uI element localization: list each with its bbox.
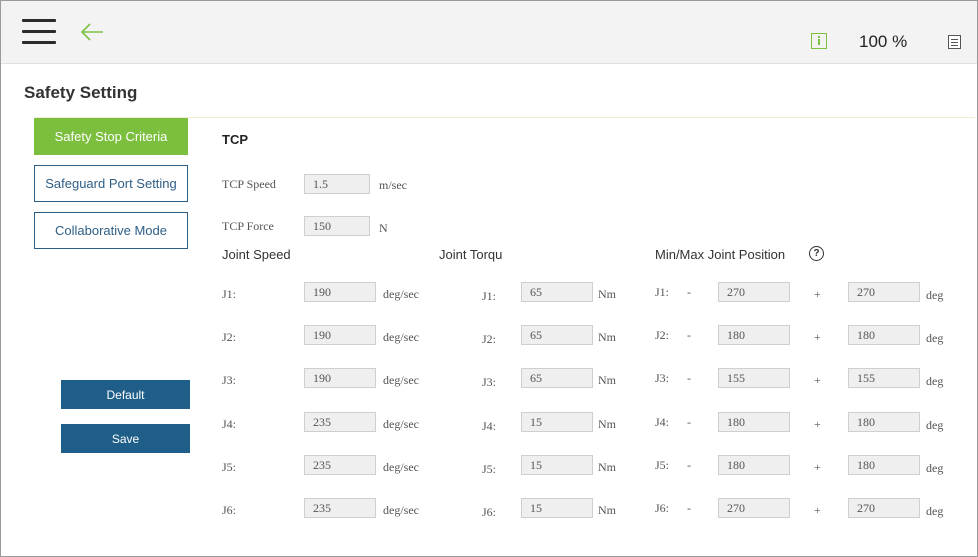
joint-torque-j2-label: J2: xyxy=(482,332,497,346)
joint-position-j2-max-input[interactable]: 180 xyxy=(848,325,920,345)
joint-torque-j1-unit: Nm xyxy=(598,287,616,301)
joint-position-j4-label: J4: xyxy=(655,415,670,429)
zoom-level: 100 % xyxy=(859,32,908,51)
joint-position-j3-unit: deg xyxy=(926,374,944,388)
joint-torque-j3-input[interactable]: 65 xyxy=(521,368,593,388)
document-icon[interactable] xyxy=(948,35,961,49)
joint-speed-j5-input[interactable]: 235 xyxy=(304,455,376,475)
joint-speed-j3-unit: deg/sec xyxy=(383,373,419,387)
joint-position-j3-max-input[interactable]: 155 xyxy=(848,368,920,388)
joint-position-j3-plus: + xyxy=(814,373,821,387)
hamburger-menu-icon[interactable] xyxy=(22,19,56,45)
joint-torque-j4-input[interactable]: 15 xyxy=(521,412,593,432)
top-bar: 100 % xyxy=(1,1,977,64)
tcp-speed-unit: m/sec xyxy=(379,178,407,192)
tcp-force-label: TCP Force xyxy=(222,219,274,233)
joint-position-heading: Min/Max Joint Position xyxy=(655,247,786,262)
joint-torque-j5-label: J5: xyxy=(482,462,497,476)
joint-speed-j1-label: J1: xyxy=(222,287,237,301)
joint-position-j6-unit: deg xyxy=(926,504,944,518)
joint-torque-j6-input[interactable]: 15 xyxy=(521,498,593,518)
joint-position-j2-minus: - xyxy=(687,328,691,342)
joint-speed-heading: Joint Speed xyxy=(222,247,291,262)
sidebar-item-collaborative-mode[interactable]: Collaborative Mode xyxy=(34,212,188,249)
joint-torque-j6-label: J6: xyxy=(482,505,497,519)
joint-position-j6-min-input[interactable]: 270 xyxy=(718,498,790,518)
joint-torque-j1-label: J1: xyxy=(482,289,497,303)
joint-position-j6-label: J6: xyxy=(655,501,670,515)
joint-torque-j4-unit: Nm xyxy=(598,417,616,431)
joint-position-j5-unit: deg xyxy=(926,461,944,475)
tcp-force-input[interactable]: 150 xyxy=(304,216,370,236)
joint-position-j1-max-input[interactable]: 270 xyxy=(848,282,920,302)
joint-position-j5-max-input[interactable]: 180 xyxy=(848,455,920,475)
joint-speed-j5-label: J5: xyxy=(222,460,237,474)
save-button[interactable]: Save xyxy=(61,424,190,453)
joint-position-j3-min-input[interactable]: 155 xyxy=(718,368,790,388)
info-icon[interactable] xyxy=(811,33,827,49)
joint-speed-j1-unit: deg/sec xyxy=(383,287,419,301)
joint-position-j6-plus: + xyxy=(814,503,821,517)
joint-speed-j4-unit: deg/sec xyxy=(383,417,419,431)
joint-position-j4-min-input[interactable]: 180 xyxy=(718,412,790,432)
joint-speed-j6-input[interactable]: 235 xyxy=(304,498,376,518)
help-icon[interactable]: ? xyxy=(809,246,824,261)
joint-torque-j5-input[interactable]: 15 xyxy=(521,455,593,475)
joint-position-j1-plus: + xyxy=(814,287,821,301)
joint-position-j5-min-input[interactable]: 180 xyxy=(718,455,790,475)
joint-speed-j3-label: J3: xyxy=(222,373,237,387)
joint-speed-j6-label: J6: xyxy=(222,503,237,517)
joint-speed-j4-input[interactable]: 235 xyxy=(304,412,376,432)
joint-speed-j2-unit: deg/sec xyxy=(383,330,419,344)
joint-torque-j2-input[interactable]: 65 xyxy=(521,325,593,345)
joint-speed-j6-unit: deg/sec xyxy=(383,503,419,517)
joint-position-j3-label: J3: xyxy=(655,371,670,385)
joint-position-j5-minus: - xyxy=(687,458,691,472)
sidebar-item-safeguard-port-setting[interactable]: Safeguard Port Setting xyxy=(34,165,188,202)
joint-torque-j5-unit: Nm xyxy=(598,460,616,474)
joint-speed-j4-label: J4: xyxy=(222,417,237,431)
joint-torque-j6-unit: Nm xyxy=(598,503,616,517)
joint-position-j1-label: J1: xyxy=(655,285,670,299)
joint-position-j1-min-input[interactable]: 270 xyxy=(718,282,790,302)
joint-torque-j3-unit: Nm xyxy=(598,373,616,387)
app-window: 100 % Safety Setting Safety Stop Criteri… xyxy=(0,0,978,557)
tcp-heading: TCP xyxy=(222,132,248,147)
page-title: Safety Setting xyxy=(24,83,138,102)
joint-speed-j5-unit: deg/sec xyxy=(383,460,419,474)
joint-position-j4-max-input[interactable]: 180 xyxy=(848,412,920,432)
tcp-force-unit: N xyxy=(379,221,388,235)
joint-torque-heading: Joint Torqu xyxy=(439,247,503,262)
joint-position-j1-unit: deg xyxy=(926,288,944,302)
joint-torque-j1-input[interactable]: 65 xyxy=(521,282,593,302)
joint-position-j5-label: J5: xyxy=(655,458,670,472)
joint-position-j2-plus: + xyxy=(814,330,821,344)
joint-position-j6-minus: - xyxy=(687,501,691,515)
joint-position-j6-max-input[interactable]: 270 xyxy=(848,498,920,518)
joint-position-j5-plus: + xyxy=(814,460,821,474)
joint-position-j4-unit: deg xyxy=(926,418,944,432)
tcp-speed-input[interactable]: 1.5 xyxy=(304,174,370,194)
joint-position-j2-unit: deg xyxy=(926,331,944,345)
joint-torque-j3-label: J3: xyxy=(482,375,497,389)
joint-speed-j2-label: J2: xyxy=(222,330,237,344)
joint-speed-j2-input[interactable]: 190 xyxy=(304,325,376,345)
joint-torque-j4-label: J4: xyxy=(482,419,497,433)
back-arrow-icon[interactable] xyxy=(79,21,105,43)
joint-speed-j1-input[interactable]: 190 xyxy=(304,282,376,302)
joint-torque-j2-unit: Nm xyxy=(598,330,616,344)
joint-position-j2-label: J2: xyxy=(655,328,670,342)
default-button[interactable]: Default xyxy=(61,380,190,409)
sidebar-item-safety-stop-criteria[interactable]: Safety Stop Criteria xyxy=(34,118,188,155)
tcp-speed-label: TCP Speed xyxy=(222,177,276,191)
joint-position-j1-minus: - xyxy=(687,285,691,299)
joint-position-j4-plus: + xyxy=(814,417,821,431)
joint-position-j4-minus: - xyxy=(687,415,691,429)
joint-position-j3-minus: - xyxy=(687,371,691,385)
joint-speed-j3-input[interactable]: 190 xyxy=(304,368,376,388)
joint-position-j2-min-input[interactable]: 180 xyxy=(718,325,790,345)
